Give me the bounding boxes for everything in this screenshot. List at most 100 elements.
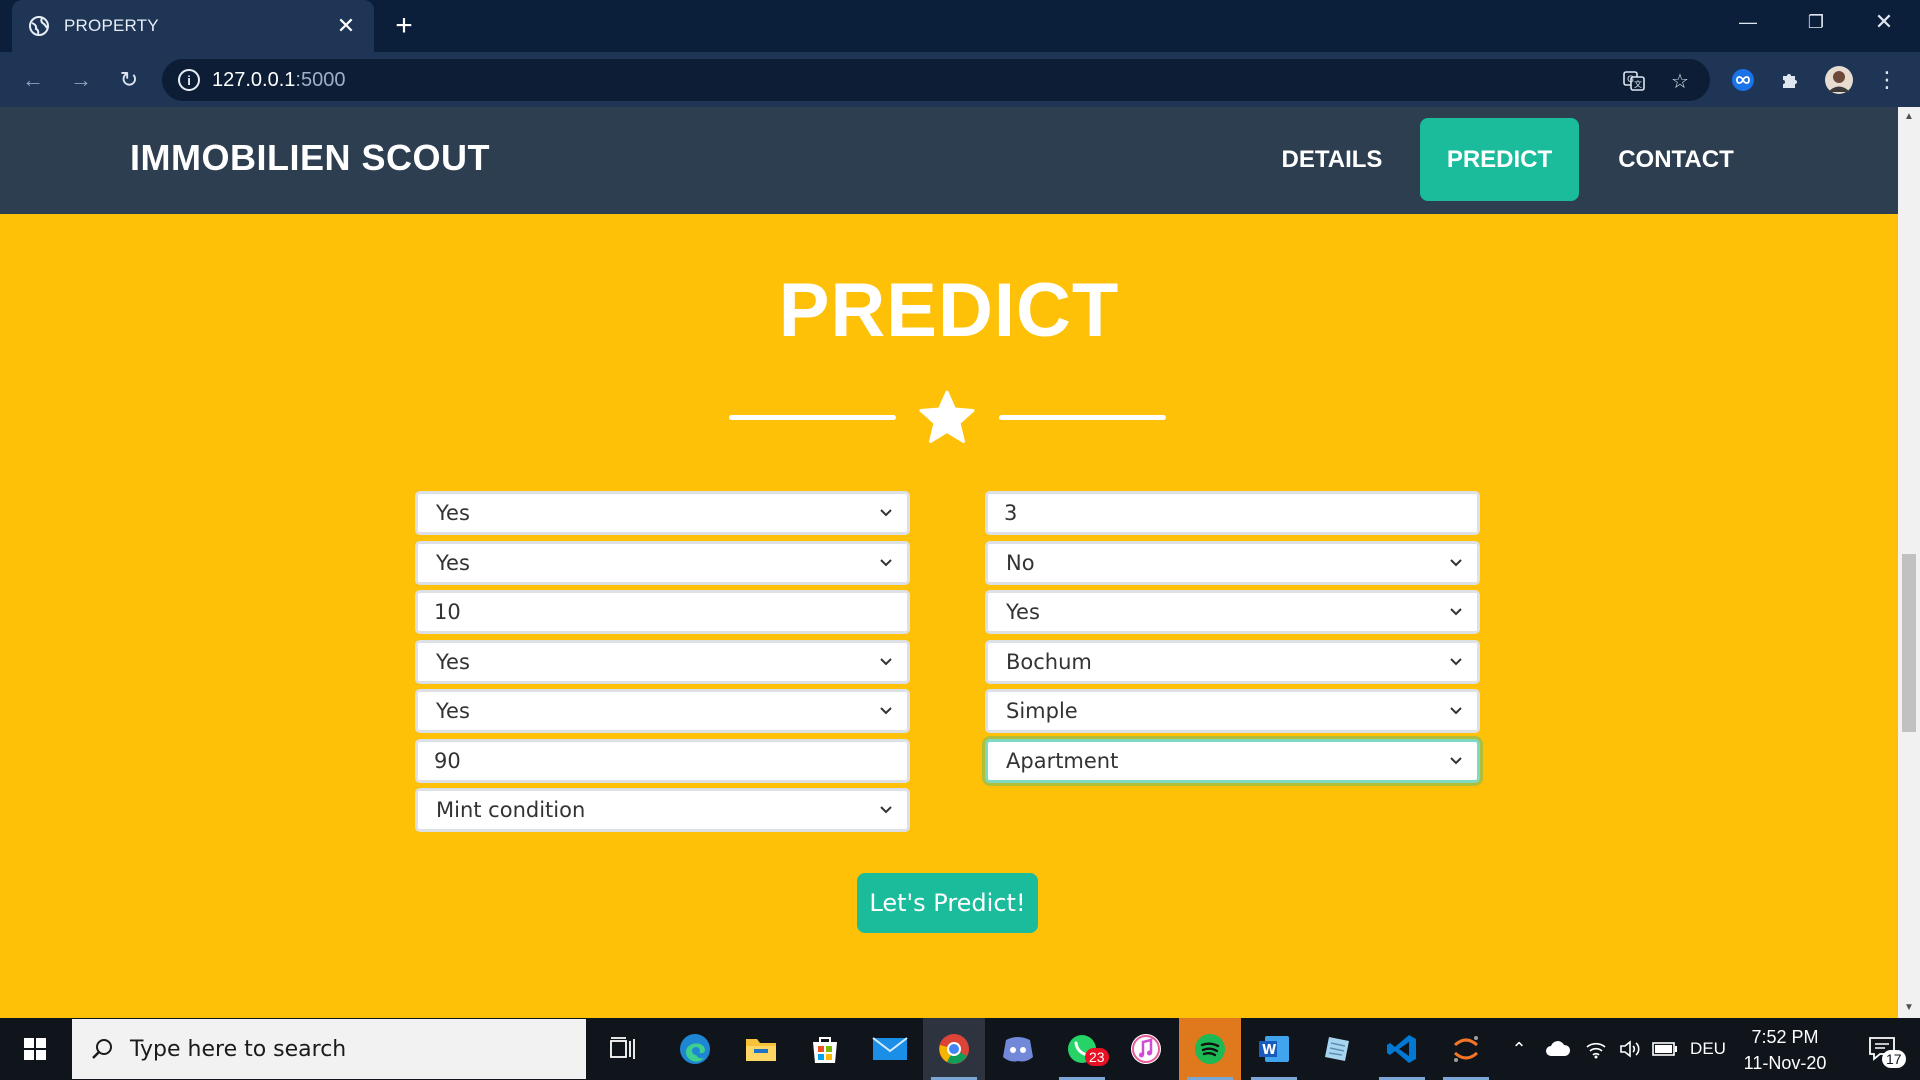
forward-icon[interactable]: → <box>64 63 98 97</box>
left-input-3[interactable]: 10 <box>415 590 910 634</box>
close-tab-icon[interactable]: ✕ <box>334 13 358 38</box>
microsoft-store-icon[interactable] <box>794 1018 856 1080</box>
star-icon <box>919 390 975 443</box>
chevron-down-icon <box>880 658 892 666</box>
site-info-icon[interactable]: i <box>178 69 200 91</box>
field-value: Yes <box>1006 600 1040 624</box>
chevron-down-icon <box>880 806 892 814</box>
spotify-icon[interactable] <box>1179 1018 1241 1080</box>
nav-contact[interactable]: CONTACT <box>1598 118 1754 201</box>
page-content: IMMOBILIEN SCOUT DETAILS PREDICT CONTACT… <box>0 107 1898 1018</box>
site-navbar: IMMOBILIEN SCOUT DETAILS PREDICT CONTACT <box>0 107 1898 214</box>
field-value: Apartment <box>1006 749 1119 773</box>
taskbar-search-box[interactable]: Type here to search <box>72 1019 586 1079</box>
jupyter-icon[interactable] <box>1435 1018 1497 1080</box>
field-value: Yes <box>436 551 470 575</box>
extension-infinity-icon[interactable] <box>1728 65 1758 95</box>
word-icon[interactable]: W <box>1243 1018 1305 1080</box>
field-value: No <box>1006 551 1035 575</box>
field-value: 3 <box>1004 501 1018 525</box>
right-select-4[interactable]: Bochum <box>985 640 1480 684</box>
left-select-1[interactable]: Yes <box>415 491 910 535</box>
nav-predict[interactable]: PREDICT <box>1420 118 1579 201</box>
windows-start-icon[interactable] <box>0 1018 70 1080</box>
language-indicator[interactable]: DEU <box>1686 1018 1730 1080</box>
field-value: 90 <box>434 749 461 773</box>
svg-text:文: 文 <box>1634 79 1642 89</box>
itunes-icon[interactable] <box>1115 1018 1177 1080</box>
edge-icon[interactable] <box>664 1018 726 1080</box>
bookmark-star-icon[interactable]: ☆ <box>1668 69 1692 93</box>
window-close-icon[interactable]: ✕ <box>1850 0 1918 44</box>
browser-tab-strip: PROPERTY ✕ + — ❐ ✕ <box>0 0 1920 52</box>
taskbar-clock[interactable]: 7:52 PM 11-Nov-20 <box>1730 1024 1840 1076</box>
divider-line-left <box>729 415 896 420</box>
chevron-down-icon <box>1450 707 1462 715</box>
left-input-6[interactable]: 90 <box>415 739 910 783</box>
extensions-puzzle-icon[interactable] <box>1776 65 1806 95</box>
search-placeholder: Type here to search <box>130 1036 347 1062</box>
clock-date: 11-Nov-20 <box>1743 1053 1827 1073</box>
field-value: Yes <box>436 699 470 723</box>
chrome-icon[interactable] <box>923 1018 985 1080</box>
chevron-down-icon <box>1450 559 1462 567</box>
right-select-2[interactable]: No <box>985 541 1480 585</box>
field-value: Mint condition <box>436 798 586 822</box>
field-value: Bochum <box>1006 650 1092 674</box>
browser-tab[interactable]: PROPERTY ✕ <box>12 0 374 52</box>
onedrive-cloud-icon[interactable] <box>1540 1018 1576 1080</box>
whatsapp-icon[interactable]: 23 <box>1051 1018 1113 1080</box>
left-select-7[interactable]: Mint condition <box>415 788 910 832</box>
translate-icon[interactable]: G文 <box>1622 69 1646 93</box>
search-icon <box>92 1039 112 1059</box>
address-bar[interactable]: i 127.0.0.1 :5000 G文 ☆ <box>162 59 1710 101</box>
notification-count-badge: 17 <box>1882 1050 1906 1068</box>
section-title: PREDICT <box>778 268 1120 353</box>
task-view-icon[interactable] <box>592 1018 654 1080</box>
divider-line-right <box>999 415 1166 420</box>
wifi-icon[interactable] <box>1580 1018 1612 1080</box>
reload-icon[interactable]: ↻ <box>112 63 146 97</box>
show-hidden-icons-chevron-icon[interactable]: ⌃ <box>1504 1018 1534 1080</box>
scroll-down-arrow-icon[interactable]: ▼ <box>1903 1002 1915 1014</box>
whatsapp-badge: 23 <box>1085 1048 1109 1066</box>
chevron-down-icon <box>1450 608 1462 616</box>
site-brand[interactable]: IMMOBILIEN SCOUT <box>130 137 490 179</box>
svg-text:G: G <box>1627 75 1634 85</box>
notepad-icon[interactable] <box>1307 1018 1369 1080</box>
new-tab-button[interactable]: + <box>388 9 420 42</box>
chevron-down-icon <box>880 509 892 517</box>
right-input-1[interactable]: 3 <box>985 491 1480 535</box>
left-select-5[interactable]: Yes <box>415 689 910 733</box>
action-center-icon[interactable]: 17 <box>1856 1018 1908 1080</box>
predict-submit-button[interactable]: Let's Predict! <box>857 873 1038 933</box>
chevron-down-icon <box>880 707 892 715</box>
scrollbar-thumb[interactable] <box>1902 554 1916 732</box>
vscode-icon[interactable] <box>1371 1018 1433 1080</box>
field-value: Simple <box>1006 699 1078 723</box>
left-select-4[interactable]: Yes <box>415 640 910 684</box>
nav-details[interactable]: DETAILS <box>1257 118 1407 201</box>
field-value: Yes <box>436 501 470 525</box>
right-select-5[interactable]: Simple <box>985 689 1480 733</box>
file-explorer-icon[interactable] <box>730 1018 792 1080</box>
clock-time: 7:52 PM <box>1751 1027 1819 1047</box>
right-select-6[interactable]: Apartment <box>985 739 1480 783</box>
chevron-down-icon <box>880 559 892 567</box>
left-select-2[interactable]: Yes <box>415 541 910 585</box>
right-select-3[interactable]: Yes <box>985 590 1480 634</box>
page-scrollbar[interactable]: ▲ ▼ <box>1898 107 1920 1018</box>
profile-avatar[interactable] <box>1824 65 1854 95</box>
chevron-down-icon <box>1450 658 1462 666</box>
volume-icon[interactable] <box>1614 1018 1646 1080</box>
back-icon[interactable]: ← <box>16 63 50 97</box>
scroll-up-arrow-icon[interactable]: ▲ <box>1903 111 1915 123</box>
tab-title: PROPERTY <box>64 16 159 35</box>
mail-icon[interactable] <box>859 1018 921 1080</box>
discord-icon[interactable] <box>987 1018 1049 1080</box>
minimize-icon[interactable]: — <box>1714 0 1782 44</box>
battery-icon[interactable] <box>1648 1018 1682 1080</box>
menu-kebab-icon[interactable]: ⋮ <box>1872 65 1902 95</box>
restore-icon[interactable]: ❐ <box>1782 0 1850 44</box>
svg-text:W: W <box>1262 1043 1276 1058</box>
